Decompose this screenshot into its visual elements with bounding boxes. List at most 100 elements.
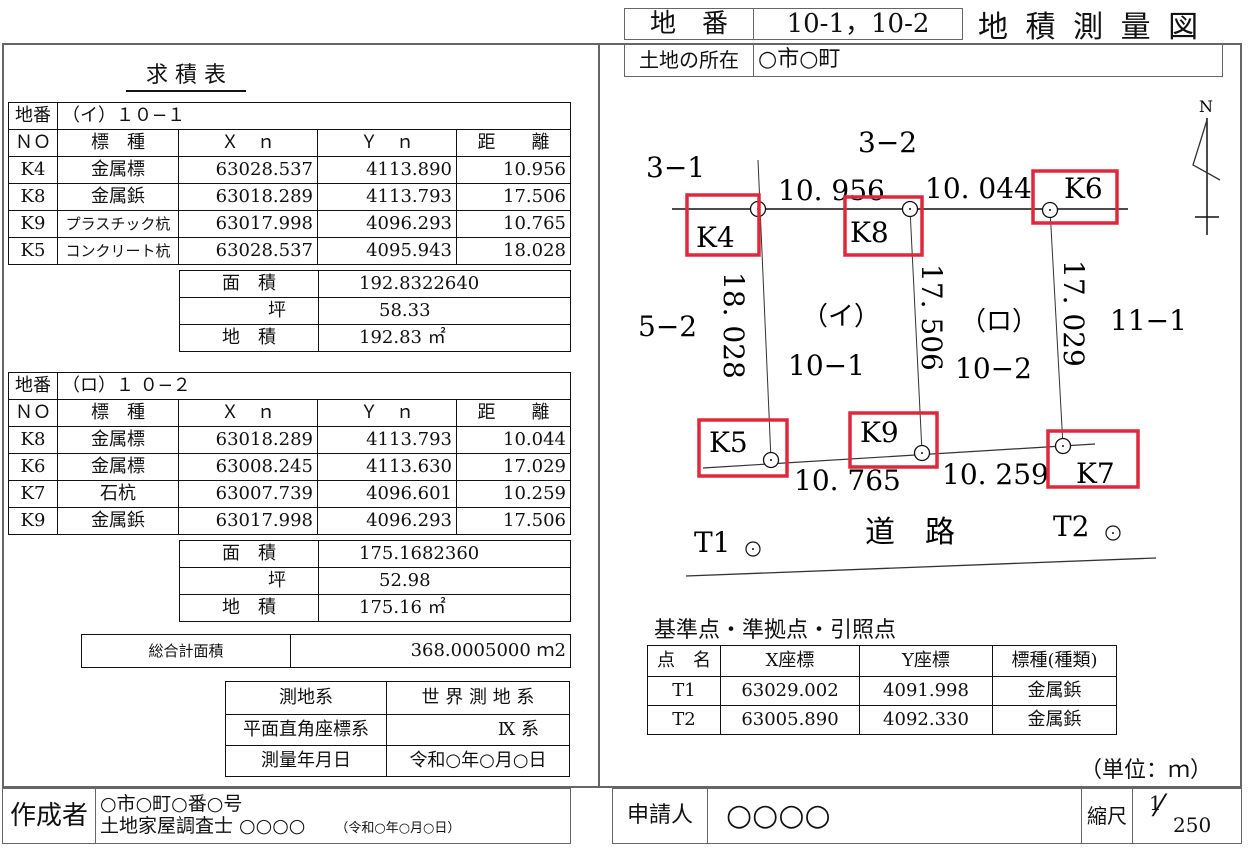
- marker-type: 金属標: [57, 156, 179, 184]
- neighbor-lot: 3−2: [858, 126, 917, 159]
- point-no: K6: [8, 453, 58, 481]
- north-arrow-icon: N: [1192, 97, 1221, 235]
- distance: 10.259: [456, 480, 571, 508]
- summary-label: 坪: [179, 567, 319, 595]
- point-no: K4: [8, 156, 58, 184]
- parcel-b-lot-label: 地番: [8, 372, 58, 400]
- summary-value: 58.33: [318, 297, 571, 325]
- point-no: K9: [8, 210, 58, 238]
- marker-type: 金属標: [57, 453, 179, 481]
- y-coord: 4092.330: [859, 705, 993, 735]
- applicant-table: 申請人 ○○○○ 縮尺 1 ⁄ 250: [612, 788, 1242, 844]
- col-header: 距 離: [456, 399, 571, 427]
- summary-value: 192.83 ㎡: [318, 324, 571, 352]
- parcel-b-table: 地番 （ロ）１ ０−２ ＮＯ 標 種 Ｘ ｎ Ｙ ｎ 距 離 K8 金属標 63…: [8, 372, 571, 535]
- reference-table-title: 基準点・準拠点・引照点: [654, 618, 897, 643]
- road-label: 道 路: [865, 515, 955, 550]
- distance-label: 10. 956: [778, 174, 885, 207]
- point-label: K9: [860, 416, 899, 449]
- location-label: 土地の所在: [624, 43, 754, 77]
- marker-type: プラスチック杭: [57, 210, 179, 238]
- parcel-mark: （ロ）: [960, 307, 1038, 337]
- neighbor-lot: 5−2: [638, 310, 697, 343]
- point-no: K5: [8, 237, 58, 265]
- survey-info-label: 測量年月日: [225, 745, 387, 777]
- survey-info-label: 測地系: [225, 681, 387, 715]
- y-coord: 4113.793: [317, 183, 457, 211]
- unit-note: （単位：ｍ）: [1080, 758, 1213, 783]
- table-row: K5 コンクリート杭 63028.537 4095.943 18.028: [8, 237, 571, 265]
- summary-value: 192.8322640: [318, 270, 571, 298]
- y-coord: 4095.943: [317, 237, 457, 265]
- author-label: 作成者: [2, 788, 96, 844]
- x-coord: 63018.289: [178, 426, 318, 454]
- summary-label: 面 積: [179, 540, 319, 568]
- table-row: K4 金属標 63028.537 4113.890 10.956: [8, 156, 571, 184]
- x-coord: 63017.998: [178, 507, 318, 535]
- y-coord: 4113.793: [317, 426, 457, 454]
- ref-point-name: T1: [647, 676, 721, 706]
- col-header: Ｘ ｎ: [178, 129, 318, 157]
- point-marker: [762, 451, 780, 469]
- col-header: ＮＯ: [8, 129, 58, 157]
- summary-label: 地 積: [179, 594, 319, 622]
- table-row: K9 プラスチック杭 63017.998 4096.293 10.765: [8, 210, 571, 238]
- neighbor-lot: 11−1: [1110, 304, 1187, 337]
- point-label: K4: [696, 221, 735, 254]
- survey-info-value: 令和○年○月○日: [386, 745, 570, 777]
- table-row: K7 石杭 63007.739 4096.601 10.259: [8, 480, 571, 508]
- distance: 10.044: [456, 426, 571, 454]
- summary-value: 52.98: [318, 567, 571, 595]
- x-coord: 63028.537: [178, 237, 318, 265]
- point-no: K8: [8, 183, 58, 211]
- point-no: K9: [8, 507, 58, 535]
- distance-label: 10. 765: [794, 464, 901, 497]
- survey-info-label: 平面直角座標系: [225, 714, 387, 746]
- col-header: Y座標: [859, 645, 993, 677]
- survey-info-value: Ⅸ 系: [386, 714, 570, 746]
- distance: 18.028: [456, 237, 571, 265]
- marker-type: 石杭: [57, 480, 179, 508]
- benchmark-marker: [1105, 525, 1121, 541]
- distance-label: 10. 044: [925, 172, 1032, 205]
- marker-type: 金属鋲: [57, 183, 179, 211]
- y-coord: 4096.601: [317, 480, 457, 508]
- neighbor-lot: 3−1: [646, 151, 705, 184]
- scale-denominator: 250: [1173, 813, 1212, 837]
- parcel-b-lot-value: （ロ）１ ０−２: [57, 372, 571, 400]
- reference-table: 点 名 X座標 Y座標 標種(種類) T1 63029.002 4091.998…: [647, 645, 1117, 735]
- y-coord: 4113.890: [317, 156, 457, 184]
- point-no: K7: [8, 480, 58, 508]
- col-header: 距 離: [456, 129, 571, 157]
- table-row: K6 金属標 63008.245 4113.630 17.029: [8, 453, 571, 481]
- author-table: 作成者 ○市○町○番○号 土地家屋調査士 ○○○○ （令和○年○月○日）: [2, 788, 571, 844]
- point-label: K8: [850, 216, 889, 249]
- survey-plan: N 3−1 3−2 5−2 11−1 （イ） 10−1 （ロ） 10−2 10.…: [638, 97, 1221, 577]
- parcel-a-lot-value: （イ）１０−１: [57, 102, 571, 130]
- distance: 10.765: [456, 210, 571, 238]
- road-edge: [685, 557, 1157, 577]
- author-address: ○市○町○番○号: [100, 792, 243, 815]
- point-no: K8: [8, 426, 58, 454]
- north-label: N: [1199, 97, 1213, 116]
- col-header: Ｘ ｎ: [178, 399, 318, 427]
- distance: 17.506: [456, 183, 571, 211]
- author-name: 土地家屋調査士 ○○○○: [100, 814, 306, 837]
- point-label: K6: [1064, 172, 1103, 205]
- point-marker: [901, 200, 919, 218]
- table-row: K8 金属標 63018.289 4113.793 10.044: [8, 426, 571, 454]
- distance: 17.029: [456, 453, 571, 481]
- total-area-table: 総合計面積 368.0005000 ｍ2: [81, 634, 571, 668]
- parcel-lot: 10−2: [955, 352, 1032, 385]
- col-header: 標種(種類): [992, 645, 1117, 677]
- col-header: 点 名: [647, 645, 721, 677]
- panel-divider-top: [598, 43, 600, 77]
- distance-label: 17. 029: [1057, 260, 1090, 367]
- marker-type: 金属鋲: [992, 705, 1117, 735]
- parcel-a-lot-label: 地番: [8, 102, 58, 130]
- scale-value: 1 ⁄ 250: [1132, 788, 1242, 844]
- author-date: （令和○年○月○日）: [335, 820, 461, 836]
- col-header: 標 種: [57, 399, 179, 427]
- marker-type: 金属鋲: [992, 676, 1117, 706]
- x-coord: 63007.739: [178, 480, 318, 508]
